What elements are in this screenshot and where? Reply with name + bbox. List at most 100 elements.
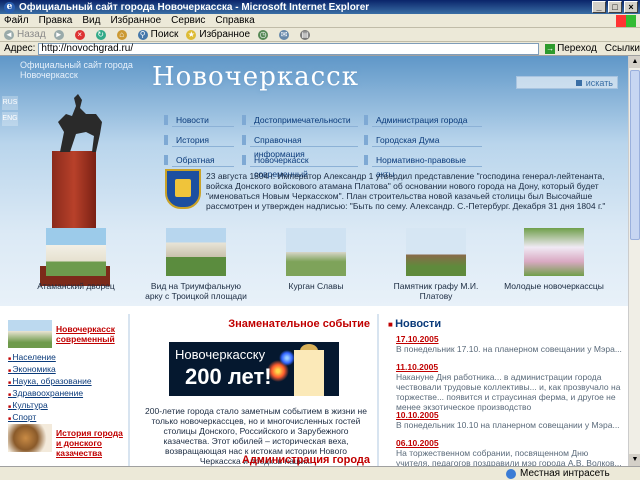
crest-emblem xyxy=(175,179,191,197)
forward-button[interactable]: ► xyxy=(53,29,67,40)
modern-city-thumbnail[interactable] xyxy=(8,320,52,348)
nav-reference[interactable]: Справочная информация xyxy=(242,133,358,159)
link-science[interactable]: Наука, образование xyxy=(8,376,91,388)
anniversary-banner[interactable]: Новочеркасску 200 лет! xyxy=(169,342,339,396)
lang-eng[interactable]: ENG xyxy=(2,112,18,126)
mail-button[interactable]: ✉ xyxy=(279,29,292,40)
photo-young-citizens[interactable] xyxy=(524,228,584,276)
close-button[interactable]: × xyxy=(624,1,638,13)
back-button[interactable]: ◄ Назад xyxy=(4,29,46,40)
home-icon: ⌂ xyxy=(116,29,127,40)
menu-view[interactable]: Вид xyxy=(82,15,100,26)
address-input[interactable]: http://novochgrad.ru/ xyxy=(38,42,540,55)
stop-icon: × xyxy=(74,29,85,40)
go-arrow-icon: → xyxy=(545,43,556,54)
refresh-icon: ↻ xyxy=(95,29,106,40)
security-zone: Местная интрасеть xyxy=(500,468,610,479)
scroll-up-icon[interactable]: ▲ xyxy=(629,56,640,68)
nav-modern-city[interactable]: Новочеркасск современный xyxy=(242,153,358,179)
history-button[interactable]: ◷ xyxy=(258,29,271,40)
menu-help[interactable]: Справка xyxy=(215,15,254,26)
link-sport[interactable]: Спорт xyxy=(8,412,92,424)
nav-history[interactable]: История xyxy=(164,133,234,147)
featured-heading: Знаменательное событие xyxy=(228,318,370,330)
scroll-down-icon[interactable]: ▼ xyxy=(629,454,640,466)
language-switcher: RUS ENG xyxy=(2,96,18,128)
links-button[interactable]: Ссылки xyxy=(605,43,640,54)
history-icon: ◷ xyxy=(258,29,269,40)
link-economy[interactable]: Экономика xyxy=(8,364,92,376)
refresh-button[interactable]: ↻ xyxy=(95,29,109,40)
photo-ataman-palace[interactable] xyxy=(46,228,106,276)
banner-line1: Новочеркасску xyxy=(175,347,266,362)
intranet-globe-icon xyxy=(506,468,516,479)
window-titlebar: e Официальный сайт города Новочеркасска … xyxy=(0,0,640,14)
history-text: 23 августа 1804 г. Император Александр 1… xyxy=(206,171,606,211)
home-button[interactable]: ⌂ xyxy=(116,29,130,40)
history-link[interactable]: История города и донского казачества xyxy=(56,428,126,458)
news-text: В понедельник 17.10. на планерном совеща… xyxy=(396,344,622,354)
photo-glory-mound[interactable] xyxy=(286,228,346,276)
star-icon: ★ xyxy=(186,29,197,40)
ie-icon: e xyxy=(4,1,15,13)
zone-label: Местная интрасеть xyxy=(520,468,610,479)
search-button[interactable]: ⚲ Поиск xyxy=(137,29,178,40)
nav-sights[interactable]: Достопримечательности xyxy=(242,113,358,127)
menu-edit[interactable]: Правка xyxy=(39,15,73,26)
site-tagline: Официальный сайт города Новочеркасск xyxy=(20,60,133,80)
menu-file[interactable]: Файл xyxy=(4,15,29,26)
lang-rus[interactable]: RUS xyxy=(2,96,18,110)
news-date[interactable]: 11.10.2005 xyxy=(396,362,624,372)
menu-bar: Файл Правка Вид Избранное Сервис Справка xyxy=(0,14,640,28)
nav-news[interactable]: Новости xyxy=(164,113,234,127)
nav-feedback[interactable]: Обратная связь xyxy=(164,153,234,179)
news-item: 17.10.2005 В понедельник 17.10. на плане… xyxy=(396,334,624,354)
photo-caption[interactable]: Вид на Триумфальную арку с Троицкой площ… xyxy=(141,281,251,301)
news-text: На торжественном собрании, посвященном Д… xyxy=(396,448,622,466)
news-date[interactable]: 06.10.2005 xyxy=(396,438,624,448)
maximize-button[interactable]: □ xyxy=(608,1,622,13)
status-bar: Местная интрасеть xyxy=(0,466,640,480)
search-icon: ⚲ xyxy=(137,29,148,40)
photo-platov-monument[interactable] xyxy=(406,228,466,276)
link-population[interactable]: Население xyxy=(8,352,92,364)
administration-heading[interactable]: Администрация города xyxy=(242,454,370,466)
back-arrow-icon: ◄ xyxy=(4,29,14,40)
photo-caption[interactable]: Атаманский дворец xyxy=(21,281,131,291)
photo-triumphal-arch[interactable] xyxy=(166,228,226,276)
go-button[interactable]: → Переход xyxy=(545,43,597,54)
nav-legal-acts[interactable]: Нормативно-правовые акты xyxy=(364,153,482,179)
print-button[interactable]: ▤ xyxy=(300,29,313,40)
minimize-button[interactable]: _ xyxy=(592,1,606,13)
news-date[interactable]: 10.10.2005 xyxy=(396,410,624,420)
vertical-scrollbar[interactable]: ▲ ▼ xyxy=(628,56,640,466)
scroll-thumb[interactable] xyxy=(630,70,640,240)
news-date[interactable]: 17.10.2005 xyxy=(396,334,624,344)
menu-tools[interactable]: Сервис xyxy=(171,15,205,26)
link-culture[interactable]: Культура xyxy=(8,400,92,412)
window-title: Официальный сайт города Новочеркасска - … xyxy=(19,1,370,13)
site-search[interactable]: искать xyxy=(516,76,618,89)
back-label: Назад xyxy=(17,29,46,40)
column-divider xyxy=(128,314,130,466)
photo-caption[interactable]: Курган Славы xyxy=(261,281,371,291)
site-title: Новочеркасск xyxy=(152,62,359,92)
menu-favorites[interactable]: Избранное xyxy=(110,15,161,26)
equestrian-statue-icon xyxy=(58,94,102,152)
history-book-thumbnail[interactable] xyxy=(8,424,52,452)
favorites-button[interactable]: ★ Избранное xyxy=(186,29,250,40)
photo-caption[interactable]: Молодые новочеркассцы xyxy=(499,281,609,291)
nav-city-duma[interactable]: Городская Дума xyxy=(364,133,482,147)
modern-city-link[interactable]: Новочеркасск современный xyxy=(56,324,126,344)
window-controls: _ □ × xyxy=(592,1,638,13)
link-health[interactable]: Здравоохранение xyxy=(8,388,92,400)
stop-button[interactable]: × xyxy=(74,29,88,40)
photo-caption[interactable]: Памятник графу М.И. Платову xyxy=(381,281,491,301)
mail-icon: ✉ xyxy=(279,29,290,40)
go-label: Переход xyxy=(557,43,597,54)
favorites-label: Избранное xyxy=(199,29,251,40)
nav-administration[interactable]: Администрация города xyxy=(364,113,482,127)
left-sidebar: Новочеркасск современный Население Эконо… xyxy=(0,314,127,466)
news-column: Новости 17.10.2005 В понедельник 17.10. … xyxy=(380,314,628,466)
print-icon: ▤ xyxy=(300,29,311,40)
